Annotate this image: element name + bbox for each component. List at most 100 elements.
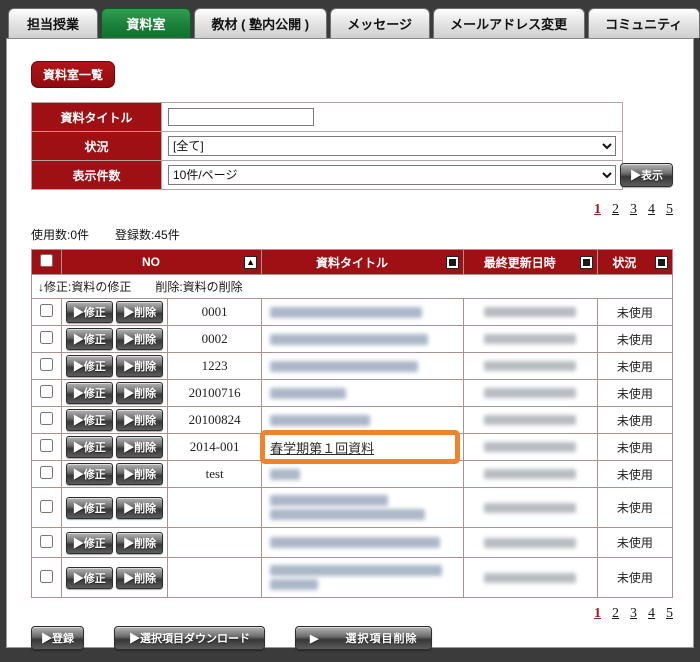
page-link-4[interactable]: 4: [648, 202, 655, 217]
blurred-material-link[interactable]: [270, 495, 388, 506]
legend-text: ↓修正:資料の修正 削除:資料の削除: [32, 275, 673, 299]
pagination-bottom: 12345: [31, 606, 673, 622]
tab-email-change[interactable]: メールアドレス変更: [433, 8, 585, 38]
per-page-label: 表示件数: [32, 161, 162, 190]
page-link-2[interactable]: 2: [612, 202, 619, 217]
row-checkbox[interactable]: [40, 466, 53, 479]
display-button[interactable]: ▶表示: [620, 163, 673, 187]
tab-messages[interactable]: メッセージ: [330, 8, 430, 38]
row-title: [262, 299, 464, 326]
delete-button[interactable]: ▶削除: [116, 567, 163, 589]
row-updated: [463, 488, 597, 528]
blurred-material-link[interactable]: [270, 388, 346, 399]
tab-materials-room[interactable]: 資料室: [101, 8, 191, 38]
blurred-material-link[interactable]: [270, 537, 440, 548]
tab-assigned-classes[interactable]: 担当授業: [8, 8, 98, 38]
delete-button[interactable]: ▶削除: [116, 436, 163, 458]
search-form: 資料タイトル 状況 [全て] 表示件数: [31, 102, 673, 190]
status-sort-toggle-icon[interactable]: [655, 256, 668, 269]
blurred-material-link[interactable]: [270, 361, 418, 372]
delete-button[interactable]: ▶削除: [116, 382, 163, 404]
edit-button[interactable]: ▶修正: [66, 409, 113, 431]
tab-teaching-materials[interactable]: 教材 ( 塾内公開 ): [194, 8, 327, 38]
edit-button[interactable]: ▶修正: [66, 382, 113, 404]
updated-sort-toggle-icon[interactable]: [580, 256, 593, 269]
table-row: ▶修正 ▶削除 未使用: [32, 528, 673, 558]
row-checkbox[interactable]: [40, 570, 53, 583]
edit-button[interactable]: ▶修正: [66, 355, 113, 377]
edit-button[interactable]: ▶修正: [66, 436, 113, 458]
delete-button[interactable]: ▶削除: [116, 355, 163, 377]
used-count: 使用数:0件: [31, 228, 89, 242]
table-row: ▶修正 ▶削除 0002 未使用: [32, 326, 673, 353]
tab-community[interactable]: コミュニティ: [588, 8, 700, 38]
row-title: [262, 558, 464, 598]
edit-button[interactable]: ▶修正: [66, 567, 113, 589]
delete-button[interactable]: ▶削除: [116, 497, 163, 519]
registered-count: 登録数:45件: [115, 228, 180, 242]
row-checkbox[interactable]: [40, 412, 53, 425]
page-title: 資料室一覧: [31, 61, 115, 88]
blurred-material-link[interactable]: [270, 579, 318, 590]
page-link-1[interactable]: 1: [594, 202, 601, 217]
delete-selected-button[interactable]: ▶選択項目削除: [295, 626, 432, 650]
blurred-material-link[interactable]: [270, 415, 370, 426]
row-updated: [463, 558, 597, 598]
page-link-1[interactable]: 1: [594, 606, 601, 621]
delete-button[interactable]: ▶削除: [116, 328, 163, 350]
edit-button[interactable]: ▶修正: [66, 497, 113, 519]
blurred-material-link[interactable]: [270, 469, 300, 480]
row-updated: [463, 461, 597, 488]
blurred-updated-date: [484, 538, 576, 548]
counts-line: 使用数:0件 登録数:45件: [31, 226, 671, 243]
row-title: [262, 528, 464, 558]
row-checkbox[interactable]: [40, 358, 53, 371]
row-no: 0002: [168, 326, 262, 353]
table-row: ▶修正 ▶削除 未使用: [32, 488, 673, 528]
delete-button[interactable]: ▶削除: [116, 301, 163, 323]
row-status: 未使用: [597, 558, 672, 598]
material-title-input[interactable]: [168, 108, 314, 126]
register-button[interactable]: ▶登録: [31, 626, 84, 650]
delete-button[interactable]: ▶削除: [116, 409, 163, 431]
edit-button[interactable]: ▶修正: [66, 532, 113, 554]
table-row: ▶修正 ▶削除 2014-001 春学期第１回資料 未使用: [32, 434, 673, 461]
blurred-material-link[interactable]: [270, 307, 422, 318]
row-no: test: [168, 461, 262, 488]
delete-button[interactable]: ▶削除: [116, 463, 163, 485]
blurred-material-link[interactable]: [270, 565, 442, 576]
row-no: 20100824: [168, 407, 262, 434]
title-sort-toggle-icon[interactable]: [446, 256, 459, 269]
per-page-select[interactable]: 10件/ページ: [168, 165, 616, 185]
row-checkbox[interactable]: [40, 331, 53, 344]
blurred-updated-date: [484, 361, 576, 371]
page-link-4[interactable]: 4: [648, 606, 655, 621]
page-link-3[interactable]: 3: [630, 202, 637, 217]
status-select[interactable]: [全て]: [168, 136, 616, 156]
material-link[interactable]: 春学期第１回資料: [270, 441, 374, 456]
blurred-updated-date: [484, 334, 576, 344]
blurred-updated-date: [484, 442, 576, 452]
sort-ascending-icon[interactable]: ▲: [244, 256, 257, 269]
edit-button[interactable]: ▶修正: [66, 301, 113, 323]
page-link-3[interactable]: 3: [630, 606, 637, 621]
row-checkbox[interactable]: [40, 385, 53, 398]
row-title: [262, 380, 464, 407]
page-link-2[interactable]: 2: [612, 606, 619, 621]
row-no: 1223: [168, 353, 262, 380]
row-title: [262, 407, 464, 434]
edit-button[interactable]: ▶修正: [66, 328, 113, 350]
blurred-material-link[interactable]: [270, 334, 428, 345]
download-selected-button[interactable]: ▶選択項目ダウンロード: [114, 626, 265, 650]
edit-button[interactable]: ▶修正: [66, 463, 113, 485]
row-checkbox[interactable]: [40, 500, 53, 513]
blurred-material-link[interactable]: [270, 509, 425, 520]
row-checkbox[interactable]: [40, 304, 53, 317]
page-link-5[interactable]: 5: [666, 202, 673, 217]
select-all-checkbox[interactable]: [40, 254, 53, 267]
page-link-5[interactable]: 5: [666, 606, 673, 621]
row-checkbox[interactable]: [40, 535, 53, 548]
row-title: [262, 326, 464, 353]
delete-button[interactable]: ▶削除: [116, 532, 163, 554]
row-checkbox[interactable]: [40, 439, 53, 452]
